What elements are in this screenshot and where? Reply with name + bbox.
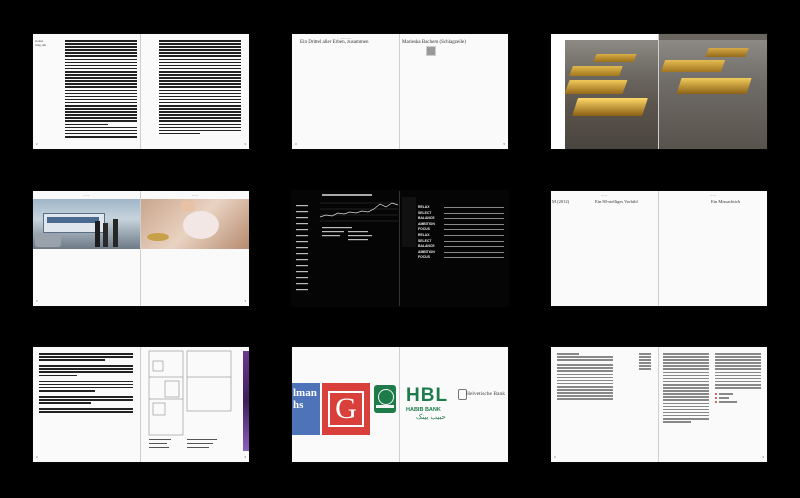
text-column	[159, 40, 241, 136]
spread-text-dense[interactable]: in eine stieg, um 2 3	[33, 34, 249, 149]
page-number: 3	[244, 299, 246, 303]
page-right: — — Ein Missachtich	[659, 191, 767, 306]
photo-piggy-bank	[141, 199, 249, 249]
slider-label: FOCUS	[418, 255, 430, 259]
spread-titles-2[interactable]: — — M (2012) Ein 80-stelliges Vorbild — …	[551, 191, 767, 306]
photo-gold-bars	[659, 40, 767, 149]
page-right	[659, 34, 767, 149]
page-right: — — 3	[141, 191, 249, 306]
page-left: lman hs G	[292, 347, 400, 462]
index-list	[557, 353, 613, 401]
spread-index[interactable]: 2 3	[551, 347, 767, 462]
page-number: 2	[36, 142, 38, 146]
slider-tracks-b	[444, 235, 504, 258]
logo-text: lman hs	[293, 387, 317, 411]
text-column	[65, 40, 137, 139]
text-column	[663, 353, 709, 424]
page-left: — — 2	[33, 191, 141, 306]
running-header: — —	[710, 194, 716, 197]
page-number: 3	[244, 455, 246, 459]
spread-bank-logos[interactable]: lman hs G HBL HABIB BANK حبیب بینک Helve…	[292, 347, 508, 462]
page-right: 3	[141, 34, 249, 149]
page-left	[292, 191, 400, 306]
logo-helvetische: Helvetische Bank	[466, 391, 505, 397]
running-header: — —	[192, 194, 198, 197]
page-number: 5	[503, 142, 505, 146]
running-header: — —	[601, 194, 608, 197]
page-left	[551, 34, 659, 149]
page-right: 3	[141, 347, 249, 462]
page-title: Ein Drittel aller Erben, zusammen	[300, 40, 369, 45]
page-number: 3	[244, 142, 246, 146]
logo-letter: G	[328, 391, 364, 427]
logo-emblem	[374, 385, 396, 413]
page-number: 2	[36, 455, 38, 459]
page-left: — — M (2012) Ein 80-stelliges Vorbild	[551, 191, 659, 306]
slider-label: BALANCE	[418, 244, 435, 248]
spread-dark-chart[interactable]: RELAX SELECT BALANCE AMBITION FOCUS RELA…	[292, 191, 508, 306]
thumbnail-image	[426, 46, 436, 56]
slider-labels-b: RELAX SELECT BALANCE AMBITION FOCUS	[418, 233, 435, 261]
page-number: 2	[36, 299, 38, 303]
floor-plan-drawing	[148, 350, 232, 448]
margin-note: M (2012)	[552, 199, 570, 204]
photo-tram-street	[33, 199, 140, 249]
spread-floorplan[interactable]: 2 3	[33, 347, 249, 462]
book-spreads-gallery: { "spreads": { "s1": { "side_note_1": "i…	[0, 0, 800, 498]
text-column	[715, 353, 761, 404]
page-right: Marieska Bachem (Schlagzeile) 5	[400, 34, 508, 149]
photo-gold-bars	[564, 40, 658, 149]
spread-gold-photo[interactable]	[551, 34, 767, 149]
text-column	[39, 353, 133, 415]
page-right: RELAX SELECT BALANCE AMBITION FOCUS RELA…	[400, 191, 508, 306]
page-left: 2	[551, 347, 659, 462]
side-note: stieg, um	[35, 43, 46, 47]
spread-titles[interactable]: —— —— Ein Drittel aller Erben, zusammen …	[292, 34, 508, 149]
color-strip	[243, 351, 249, 451]
page-left: in eine stieg, um 2	[33, 34, 141, 149]
page-title: Marieska Bachem (Schlagzeile)	[402, 40, 466, 45]
logo-hbl: HBL	[406, 385, 449, 406]
logo-hbl-urdu: حبیب بینک	[416, 414, 446, 421]
slider-tracks-a	[444, 207, 504, 230]
stock-chart	[296, 202, 399, 291]
side-notes: in eine stieg, um	[35, 39, 46, 47]
slider-label: FOCUS	[418, 227, 430, 231]
slider-labels-a: RELAX SELECT BALANCE AMBITION FOCUS	[418, 205, 435, 233]
logo-blue: lman hs	[292, 383, 320, 435]
spread-photos[interactable]: — — 2 — — 3	[33, 191, 249, 306]
page-number: 3	[295, 142, 297, 146]
page-left: —— —— Ein Drittel aller Erben, zusammen …	[292, 34, 400, 149]
slider-label: BALANCE	[418, 216, 435, 220]
page-number: 2	[554, 455, 556, 459]
page-right: 3	[659, 347, 767, 462]
page-title: Ein 80-stelliges Vorbild	[595, 199, 638, 204]
logo-g: G	[322, 383, 370, 435]
page-right: HBL HABIB BANK حبیب بینک Helvetische Ban…	[400, 347, 508, 462]
page-title: Ein Missachtich	[711, 199, 741, 204]
page-left: 2	[33, 347, 141, 462]
index-numbers	[611, 353, 651, 372]
running-header: — —	[83, 194, 90, 197]
page-number: 3	[762, 455, 764, 459]
